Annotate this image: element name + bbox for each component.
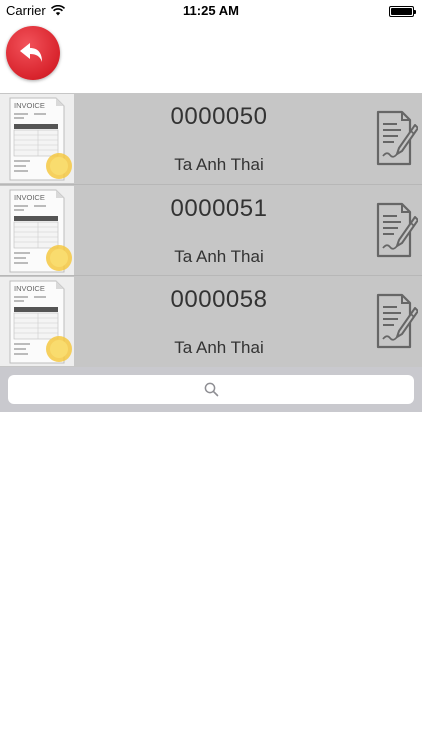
svg-text:INVOICE: INVOICE — [14, 284, 45, 293]
invoice-list: INVOICE 0000050 Ta Anh Thai INVOICE 0000… — [0, 93, 422, 368]
sign-button[interactable] — [374, 292, 419, 350]
invoice-document-icon: INVOICE — [0, 277, 74, 366]
sign-button[interactable] — [374, 201, 419, 259]
invoice-thumbnail: INVOICE — [0, 277, 74, 366]
invoice-document-icon: INVOICE — [0, 94, 74, 183]
sign-document-icon — [376, 293, 419, 349]
battery-fill — [391, 8, 412, 15]
customer-name: Ta Anh Thai — [174, 246, 264, 266]
customer-name: Ta Anh Thai — [174, 155, 264, 174]
search-bar — [0, 367, 422, 412]
search-input[interactable] — [8, 375, 414, 404]
sign-document-icon — [376, 110, 419, 166]
invoice-number: 0000058 — [170, 286, 268, 313]
invoice-row[interactable]: INVOICE 0000050 Ta Anh Thai — [0, 93, 422, 185]
sign-button[interactable] — [374, 109, 419, 167]
back-arrow-icon — [20, 43, 42, 62]
customer-name: Ta Anh Thai — [174, 338, 264, 357]
invoice-row[interactable]: INVOICE 0000058 Ta Anh Thai — [0, 276, 422, 368]
search-field[interactable] — [8, 375, 414, 404]
battery-icon — [389, 6, 416, 17]
invoice-thumbnail: INVOICE — [0, 185, 74, 275]
svg-text:INVOICE: INVOICE — [14, 193, 45, 202]
invoice-row[interactable]: INVOICE 0000051 Ta Anh Thai — [0, 185, 422, 276]
invoice-number: 0000050 — [170, 103, 268, 130]
back-button[interactable] — [6, 26, 60, 80]
invoice-number: 0000051 — [170, 194, 268, 222]
invoice-document-icon: INVOICE — [0, 185, 74, 275]
status-bar: Carrier 11:25 AM — [0, 0, 422, 22]
invoice-thumbnail: INVOICE — [0, 94, 74, 183]
status-time: 11:25 AM — [183, 3, 239, 18]
sign-document-icon — [376, 202, 419, 257]
svg-text:INVOICE: INVOICE — [14, 101, 45, 110]
